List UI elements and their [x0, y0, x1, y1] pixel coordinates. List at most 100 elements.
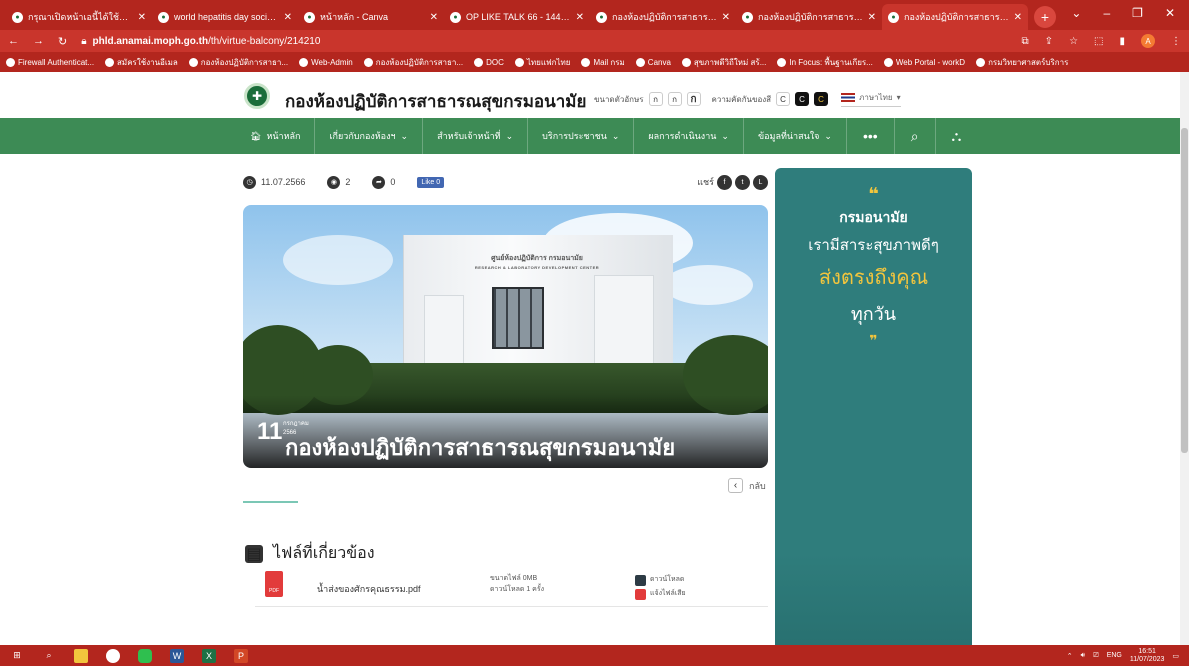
contrast-normal-button[interactable]: C — [776, 92, 791, 106]
close-tab-icon[interactable]: ✕ — [284, 12, 292, 23]
close-tab-icon[interactable]: ✕ — [868, 12, 876, 23]
download-button[interactable]: ดาวน์โหลด — [635, 573, 686, 587]
scrollbar-thumb[interactable] — [1181, 128, 1188, 453]
windows-start-icon[interactable]: ⊞ — [10, 649, 24, 663]
volume-icon[interactable]: 🔊︎ — [1081, 652, 1085, 660]
sidebar-icon[interactable]: ▮ — [1119, 36, 1125, 47]
new-tab-button[interactable]: + — [1034, 6, 1056, 28]
contrast-dark-button[interactable]: C — [795, 92, 810, 106]
tab-search-icon[interactable]: ⌄ — [1071, 6, 1081, 20]
close-tab-icon[interactable]: ✕ — [1014, 12, 1022, 23]
chrome-icon[interactable] — [106, 648, 120, 663]
bookmark-item[interactable]: Web Portal - workD — [883, 57, 965, 67]
bookmark-item[interactable]: DOC — [474, 57, 504, 67]
nav-about[interactable]: เกี่ยวกับกองห้องฯ ⌄ — [315, 118, 424, 154]
close-tab-icon[interactable]: ✕ — [576, 12, 584, 23]
close-tab-icon[interactable]: ✕ — [138, 12, 146, 23]
nav-interesting-info[interactable]: ข้อมูลที่น่าสนใจ ⌄ — [744, 118, 847, 154]
back-link[interactable]: ‹ กลับ — [728, 478, 766, 493]
translate-icon[interactable]: ⧉ — [1022, 36, 1029, 47]
bookmark-item[interactable]: Web-Admin — [299, 57, 353, 67]
chevron-up-icon[interactable]: ⌃ — [1067, 652, 1073, 660]
notifications-icon[interactable]: ▭ — [1172, 652, 1179, 660]
browser-tab[interactable]: ●กองห้องปฏิบัติการสาธารณสุขกรม✕ — [736, 4, 882, 30]
search-icon[interactable]: ⌕ — [42, 649, 56, 663]
reload-icon[interactable]: ↻ — [58, 35, 67, 48]
file-name[interactable]: น้ำส่งของศักรคุณธรรม.pdf — [317, 582, 421, 596]
browser-tab[interactable]: ●OP LIKE TALK 66 - 1442 × 204✕ — [444, 4, 590, 30]
browser-tab[interactable]: ● หน้าหลัก - Canva ✕ — [298, 4, 444, 30]
browser-menu-icon[interactable]: ⋮ — [1171, 36, 1181, 47]
word-icon[interactable]: W — [170, 648, 184, 663]
bookmark-item[interactable]: ไทยแฟกไทย — [514, 56, 570, 69]
facebook-icon[interactable]: f — [717, 174, 732, 190]
close-window-icon[interactable]: ✕ — [1165, 6, 1175, 20]
facebook-like-button[interactable]: Like 0 — [417, 176, 445, 188]
url-field[interactable]: 🔒︎ phld.anamai.moph.go.th/th/virtue-balc… — [81, 36, 320, 47]
forward-arrow-icon[interactable]: → — [33, 35, 44, 47]
bookmark-star-icon[interactable]: ☆ — [1069, 36, 1078, 47]
browser-tab[interactable]: ●กรุณาเปิดหน้าเอนี้ได้ใช้ทั้งได้งาน✕ — [6, 4, 152, 30]
nav-performance[interactable]: ผลการดำเนินงาน ⌄ — [634, 118, 744, 154]
font-size-large-button[interactable]: ก — [686, 92, 701, 106]
browser-tab[interactable]: ●world hepatitis day social medi✕ — [152, 4, 298, 30]
network-icon[interactable]: ⎚ — [1093, 652, 1099, 660]
system-tray: ⌃ 🔊︎ ⎚ ENG 16:51 11/07/2023 ▭ — [1067, 648, 1179, 664]
minimize-icon[interactable]: – — [1103, 6, 1110, 20]
bookmark-item[interactable]: Mail กรม — [581, 56, 625, 69]
nav-public-service[interactable]: บริการประชาชน ⌄ — [528, 118, 635, 154]
file-info: ขนาดไฟล์ 0MB ดาวน์โหลด 1 ครั้ง — [490, 575, 545, 593]
bookmark-item[interactable]: กรมวิทยาศาสตร์บริการ — [976, 56, 1068, 69]
file-explorer-icon[interactable] — [74, 648, 88, 663]
powerpoint-icon[interactable]: P — [234, 648, 248, 663]
back-arrow-icon[interactable]: ← — [8, 35, 19, 47]
bookmark-item[interactable]: สมัครใช้งานอีเมล — [105, 56, 178, 69]
input-language[interactable]: ENG — [1107, 652, 1122, 659]
nav-home[interactable]: 🏠︎ หน้าหลัก — [236, 118, 316, 154]
excel-icon[interactable]: X — [202, 648, 216, 663]
bookmark-item[interactable]: กองห้องปฏิบัติการสาธา... — [363, 56, 463, 69]
bookmark-favicon-icon — [581, 57, 591, 67]
accessibility-tools: ขนาดตัวอักษร ก ก ก ความคัดกันของสี C C C… — [594, 91, 901, 107]
article-meta: ◷ 11.07.2566 ◉ 2 ➦ 0 Like 0 แชร์ f t L — [243, 174, 768, 190]
tab-favicon-icon: ● — [158, 11, 169, 23]
bookmark-favicon-icon — [976, 57, 986, 67]
chevron-left-icon[interactable]: ‹ — [728, 478, 743, 493]
browser-tab-active[interactable]: ●กองห้องปฏิบัติการสาธารณสุขกรม✕ — [882, 4, 1028, 30]
bookmark-item[interactable]: Canva — [635, 57, 671, 67]
contrast-yellow-button[interactable]: C — [814, 92, 829, 106]
system-clock[interactable]: 16:51 11/07/2023 — [1130, 648, 1165, 664]
font-size-small-button[interactable]: ก — [648, 92, 663, 106]
language-select[interactable]: ภาษาไทย ▾ — [841, 91, 901, 107]
department-logo-icon[interactable]: ✚ — [244, 83, 270, 109]
line-app-icon[interactable] — [138, 648, 152, 663]
font-size-medium-button[interactable]: ก — [667, 92, 682, 106]
report-broken-file-button[interactable]: แจ้งไฟล์เสีย — [635, 587, 686, 601]
more-menu-icon[interactable]: ••• — [847, 118, 895, 154]
close-tab-icon[interactable]: ✕ — [430, 12, 438, 23]
restore-icon[interactable]: ❐ — [1132, 6, 1143, 20]
line-icon[interactable]: L — [753, 174, 768, 190]
bookmark-item[interactable]: In Focus: พื้นฐานเกียร... — [777, 56, 873, 69]
sitemap-icon[interactable]: ⛬ — [936, 118, 978, 154]
extensions-icon[interactable]: ⬚ — [1094, 36, 1103, 47]
bookmark-item[interactable]: กองห้องปฏิบัติการสาธา... — [188, 56, 288, 69]
site-title[interactable]: กองห้องปฏิบัติการสาธารณสุขกรมอนามัย — [285, 88, 586, 115]
twitter-icon[interactable]: t — [735, 174, 750, 190]
promo-line-2: เรามีสาระสุขภาพดีๆ — [808, 237, 939, 254]
bookmark-favicon-icon — [188, 57, 198, 67]
bookmark-item[interactable]: สุขภาพดีวิถีใหม่ สร้... — [681, 56, 766, 69]
building-window — [492, 287, 544, 349]
share-page-icon[interactable]: ⇪ — [1045, 36, 1053, 47]
bookmark-favicon-icon — [514, 57, 524, 67]
chevron-down-icon: ⌄ — [721, 130, 729, 141]
close-tab-icon[interactable]: ✕ — [722, 12, 730, 23]
warning-icon — [635, 588, 646, 600]
search-icon[interactable]: ⌕ — [895, 118, 936, 154]
bookmark-item[interactable]: Firewall Authenticat... — [6, 57, 94, 67]
profile-avatar[interactable]: A — [1141, 34, 1155, 48]
browser-tab[interactable]: ●กองห้องปฏิบัติการสาธารณสุขกรม✕ — [590, 4, 736, 30]
promo-line-4: ทุกวัน — [850, 304, 897, 324]
url-path: /th/virtue-balcony/214210 — [208, 35, 321, 47]
nav-staff[interactable]: สำหรับเจ้าหน้าที่ ⌄ — [423, 118, 529, 154]
